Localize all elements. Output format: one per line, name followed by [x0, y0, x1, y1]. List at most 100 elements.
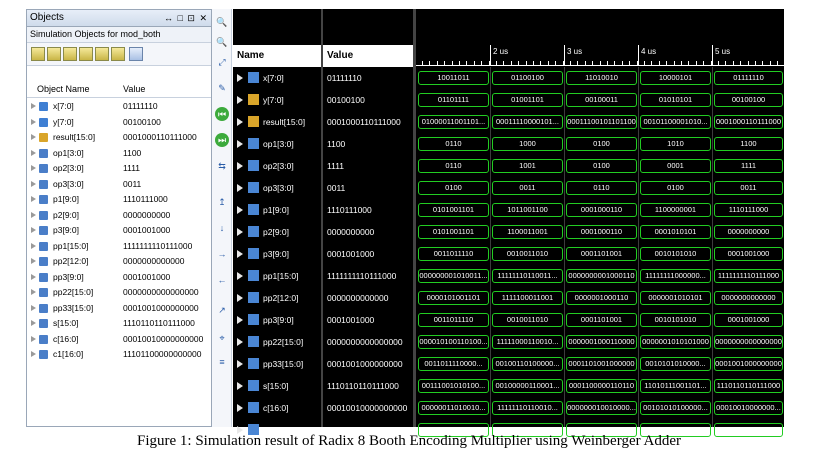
wave-segment[interactable]: 0011 — [714, 181, 783, 195]
wave-segment[interactable]: 11010010 — [566, 71, 637, 85]
go-start-icon[interactable]: ⏮ — [215, 107, 229, 121]
wave-segment[interactable]: 0000101001101 — [418, 291, 489, 305]
settings-icon[interactable] — [129, 47, 143, 61]
expand-arrow-icon[interactable] — [31, 149, 36, 156]
wave-segment[interactable]: 0011011110000... — [418, 357, 489, 371]
expand-arrow-icon[interactable] — [31, 165, 36, 171]
signal-row-op3[interactable]: op3[3:0] — [233, 177, 321, 199]
wave-segment[interactable]: 01100100 — [492, 71, 563, 85]
wave-segment[interactable]: 0010101010000... — [640, 357, 711, 371]
filter-output-icon[interactable] — [47, 47, 61, 61]
expand-arrow-icon[interactable] — [237, 294, 243, 302]
snap-icon[interactable]: ↥ — [215, 195, 229, 209]
expand-icon[interactable]: ↗ — [215, 303, 229, 317]
wave-segment[interactable]: 1110110110111000 — [714, 379, 783, 393]
filter-internal-icon[interactable] — [79, 47, 93, 61]
marker-icon[interactable]: ✎ — [215, 81, 229, 95]
wave-segment[interactable]: 0110 — [566, 181, 637, 195]
signal-row-y[interactable]: y[7:0] — [233, 89, 321, 111]
wave-segment[interactable]: 00101010100000... — [640, 401, 711, 415]
object-row[interactable]: p1[9:0] 1110111000 — [27, 192, 211, 208]
object-row[interactable]: p2[9:0] 0000000000 — [27, 208, 211, 224]
wave-segment[interactable]: 000010100110100... — [418, 335, 489, 349]
wave-segment[interactable]: 00011100101101100 — [566, 115, 637, 129]
object-row[interactable]: s[15:0] 1110110110111000 — [27, 316, 211, 332]
filter-constant-icon[interactable] — [95, 47, 109, 61]
signal-row-pp3[interactable]: pp3[9:0] — [233, 309, 321, 331]
object-row[interactable]: op2[3:0] 1111 — [27, 161, 211, 177]
object-row[interactable]: c[16:0] 00010010000000000 — [27, 332, 211, 348]
wave-segment[interactable]: 1010 — [640, 137, 711, 151]
value-column-header[interactable]: Value — [323, 45, 413, 67]
expand-arrow-icon[interactable] — [31, 134, 36, 140]
signal-row-pp1[interactable]: pp1[15:0] — [233, 265, 321, 287]
wave-segment[interactable]: 0001101001 — [566, 247, 637, 261]
filter-input-icon[interactable] — [31, 47, 45, 61]
expand-arrow-icon[interactable] — [31, 320, 36, 326]
object-row[interactable]: x[7:0] 01111110 — [27, 99, 211, 115]
signal-row-result[interactable]: result[15:0] — [233, 111, 321, 133]
wave-segment[interactable]: 0110 — [418, 159, 489, 173]
signal-row-pp33[interactable]: pp33[15:0] — [233, 353, 321, 375]
expand-arrow-icon[interactable] — [237, 74, 243, 82]
wave-segment[interactable]: 0000001000110000 — [566, 335, 637, 349]
expand-arrow-icon[interactable] — [31, 196, 36, 202]
wave-segment[interactable]: 0000000000 — [714, 225, 783, 239]
wave-segment[interactable]: 0001 — [640, 159, 711, 173]
wave-segment[interactable]: 00101100001010... — [640, 115, 711, 129]
wave-segment[interactable]: 00010010000000... — [714, 401, 783, 415]
wave-segment[interactable]: 1111111110111000 — [714, 269, 783, 283]
expand-arrow-icon[interactable] — [237, 316, 243, 324]
wave-segment[interactable]: 0000001000110 — [566, 291, 637, 305]
object-row[interactable]: pp33[15:0] 0001001000000000 — [27, 301, 211, 317]
window-controls[interactable]: ↔ □ ⊡ ✕ — [164, 10, 208, 26]
zoom-out-icon[interactable]: 🔍 — [215, 35, 229, 49]
go-end-icon[interactable]: ⏭ — [215, 133, 229, 147]
cursor-left-icon[interactable]: ← — [215, 273, 229, 287]
wave-segment[interactable]: 000000001010011... — [418, 269, 489, 283]
wave-segment[interactable]: 11111110110011... — [492, 269, 563, 283]
expand-arrow-icon[interactable] — [31, 304, 36, 311]
signal-row-p2[interactable]: p2[9:0] — [233, 221, 321, 243]
wave-segment[interactable]: 01010101 — [640, 93, 711, 107]
signal-row-op1[interactable]: op1[3:0] — [233, 133, 321, 155]
wave-segment[interactable]: 1001 — [492, 159, 563, 173]
cursor-icon[interactable]: ⌖ — [215, 331, 229, 345]
wave-segment[interactable]: 000000010010000... — [566, 401, 637, 415]
expand-arrow-icon[interactable] — [237, 382, 243, 390]
object-row[interactable]: p3[9:0] 0001001000 — [27, 223, 211, 239]
wave-segment[interactable]: 11111000110010... — [492, 335, 563, 349]
expand-arrow-icon[interactable] — [237, 360, 243, 368]
wave-segment[interactable]: 0000001010101000 — [640, 335, 711, 349]
expand-arrow-icon[interactable] — [31, 273, 36, 280]
expand-arrow-icon[interactable] — [237, 338, 243, 346]
wave-segment[interactable]: 00011110000101... — [492, 115, 563, 129]
signal-row-x[interactable]: x[7:0] — [233, 67, 321, 89]
wave-segment[interactable]: 1100 — [714, 137, 783, 151]
signal-row-op2[interactable]: op2[3:0] — [233, 155, 321, 177]
wave-segment[interactable]: 01101111 — [418, 93, 489, 107]
wave-segment[interactable]: 1111 — [714, 159, 783, 173]
waveform-plot[interactable]: 2 us 3 us 4 us 5 us 10011011 01100100 11010010… — [416, 9, 784, 437]
wave-segment[interactable]: 0001000110 — [566, 225, 637, 239]
expand-arrow-icon[interactable] — [237, 250, 243, 258]
wave-segment[interactable]: 0100 — [418, 181, 489, 195]
wave-segment[interactable]: 0001000110111000 — [714, 115, 783, 129]
expand-arrow-icon[interactable] — [31, 180, 36, 187]
wave-segment[interactable]: 00100100 — [714, 93, 783, 107]
wave-segment[interactable]: 10011011 — [418, 71, 489, 85]
cursor-down-icon[interactable]: ↓ — [215, 221, 229, 235]
expand-arrow-icon[interactable] — [237, 118, 243, 126]
wave-segment[interactable]: 0101001101 — [418, 225, 489, 239]
expand-arrow-icon[interactable] — [31, 211, 36, 218]
signal-row-s[interactable]: s[15:0] — [233, 375, 321, 397]
expand-arrow-icon[interactable] — [31, 242, 36, 249]
name-column-header[interactable]: Name — [233, 45, 321, 67]
expand-arrow-icon[interactable] — [237, 272, 243, 280]
wave-segment[interactable]: 1000 — [492, 137, 563, 151]
wave-segment[interactable]: 1011001100 — [492, 203, 563, 217]
object-row[interactable]: op3[3:0] 0011 — [27, 177, 211, 193]
wave-segment[interactable]: 0010011010 — [492, 247, 563, 261]
wave-segment[interactable]: 0011011110 — [418, 247, 489, 261]
expand-arrow-icon[interactable] — [237, 206, 243, 214]
